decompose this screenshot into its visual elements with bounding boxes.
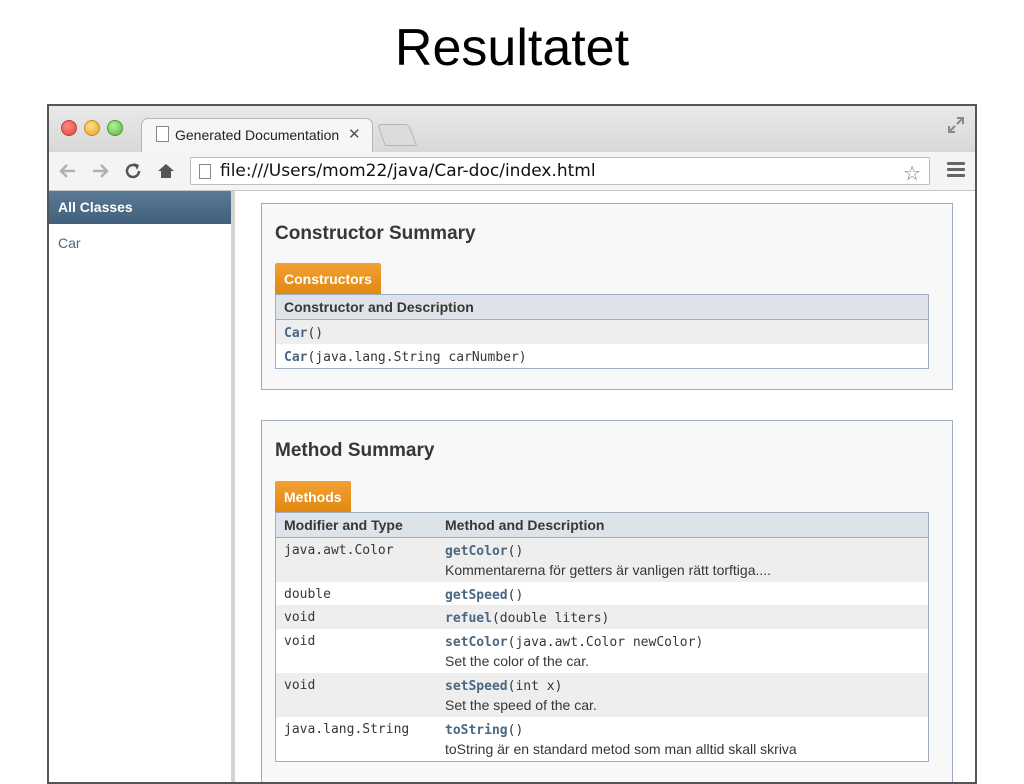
method-params: (java.awt.Color newColor) bbox=[507, 635, 704, 650]
method-description: Set the color of the car. bbox=[445, 653, 589, 669]
back-icon[interactable] bbox=[57, 160, 79, 182]
table-header: Modifier and Type Method and Description bbox=[276, 513, 928, 538]
method-table: Modifier and Type Method and Description… bbox=[275, 512, 929, 762]
main-content: Constructor Summary Constructors Constru… bbox=[235, 191, 975, 782]
return-type: void bbox=[284, 610, 316, 625]
bookmark-star-icon[interactable]: ☆ bbox=[903, 161, 921, 186]
return-type: double bbox=[284, 587, 331, 602]
column-header-modifier: Modifier and Type bbox=[284, 517, 403, 533]
reload-icon[interactable] bbox=[122, 160, 144, 182]
table-row: void setSpeed(int x) Set the speed of th… bbox=[276, 673, 928, 717]
return-type: java.lang.String bbox=[284, 722, 410, 737]
minimize-window-button[interactable] bbox=[84, 120, 100, 136]
table-row: void refuel(double liters) bbox=[276, 605, 928, 629]
method-link[interactable]: setSpeed bbox=[445, 679, 508, 694]
address-bar[interactable]: file:///Users/mom22/java/Car-doc/index.h… bbox=[190, 157, 930, 185]
method-params: () bbox=[507, 723, 524, 738]
sidebar-header: All Classes bbox=[49, 191, 231, 224]
table-row: java.awt.Color getColor() Kommentarerna … bbox=[276, 538, 928, 582]
column-header-method: Method and Description bbox=[445, 517, 605, 533]
close-tab-icon[interactable]: ✕ bbox=[348, 125, 361, 143]
url-text[interactable]: file:///Users/mom22/java/Car-doc/index.h… bbox=[220, 161, 596, 181]
method-summary: Method Summary Methods Modifier and Type… bbox=[261, 420, 953, 782]
constructors-caption: Constructors bbox=[275, 263, 381, 295]
method-description: Set the speed of the car. bbox=[445, 697, 597, 713]
method-description: toString är en standard metod som man al… bbox=[445, 741, 797, 757]
close-window-button[interactable] bbox=[61, 120, 77, 136]
method-link[interactable]: refuel bbox=[445, 611, 492, 626]
method-params: (double liters) bbox=[491, 611, 610, 626]
forward-icon[interactable] bbox=[89, 160, 111, 182]
tab-title: Generated Documentation bbox=[175, 127, 340, 143]
menu-icon[interactable] bbox=[947, 162, 965, 178]
method-link[interactable]: setColor bbox=[445, 635, 508, 650]
home-icon[interactable] bbox=[155, 160, 177, 182]
constructor-summary: Constructor Summary Constructors Constru… bbox=[261, 203, 953, 390]
method-link[interactable]: toString bbox=[445, 723, 508, 738]
page-icon bbox=[199, 164, 211, 179]
table-row: Car() bbox=[276, 320, 928, 344]
method-params: (int x) bbox=[507, 679, 563, 694]
constructor-params: (java.lang.String carNumber) bbox=[307, 350, 527, 365]
class-link-car[interactable]: Car bbox=[58, 235, 231, 251]
slide-title: Resultatet bbox=[394, 19, 630, 77]
page-icon bbox=[156, 126, 169, 142]
browser-window: Generated Documentation ✕ file:///Users/… bbox=[47, 104, 977, 784]
table-row: double getSpeed() bbox=[276, 582, 928, 605]
tab-generated-documentation[interactable]: Generated Documentation ✕ bbox=[141, 118, 373, 152]
return-type: java.awt.Color bbox=[284, 543, 394, 558]
tab-strip: Generated Documentation ✕ bbox=[49, 106, 975, 152]
return-type: void bbox=[284, 678, 316, 693]
method-params: () bbox=[507, 544, 524, 559]
table-row: void setColor(java.awt.Color newColor) S… bbox=[276, 629, 928, 673]
constructor-table: Constructor and Description Car() Car(ja… bbox=[275, 294, 929, 369]
constructor-summary-heading: Constructor Summary bbox=[275, 223, 476, 244]
method-link[interactable]: getSpeed bbox=[445, 588, 508, 603]
constructor-link[interactable]: Car bbox=[284, 326, 307, 341]
browser-toolbar: file:///Users/mom22/java/Car-doc/index.h… bbox=[49, 152, 975, 191]
column-header: Constructor and Description bbox=[284, 299, 474, 315]
table-header: Constructor and Description bbox=[276, 295, 928, 320]
method-link[interactable]: getColor bbox=[445, 544, 508, 559]
method-summary-heading: Method Summary bbox=[275, 440, 435, 461]
return-type: void bbox=[284, 634, 316, 649]
zoom-window-button[interactable] bbox=[107, 120, 123, 136]
methods-caption: Methods bbox=[275, 481, 351, 513]
method-description: Kommentarerna för getters är vanligen rä… bbox=[445, 562, 772, 578]
constructor-params: () bbox=[307, 326, 324, 341]
table-row: Car(java.lang.String carNumber) bbox=[276, 344, 928, 368]
all-classes-sidebar: All Classes Car bbox=[49, 191, 235, 782]
fullscreen-icon[interactable] bbox=[947, 116, 965, 134]
constructor-link[interactable]: Car bbox=[284, 350, 307, 365]
table-row: java.lang.String toString() toString är … bbox=[276, 717, 928, 761]
method-params: () bbox=[507, 588, 524, 603]
new-tab-button[interactable] bbox=[376, 124, 418, 146]
